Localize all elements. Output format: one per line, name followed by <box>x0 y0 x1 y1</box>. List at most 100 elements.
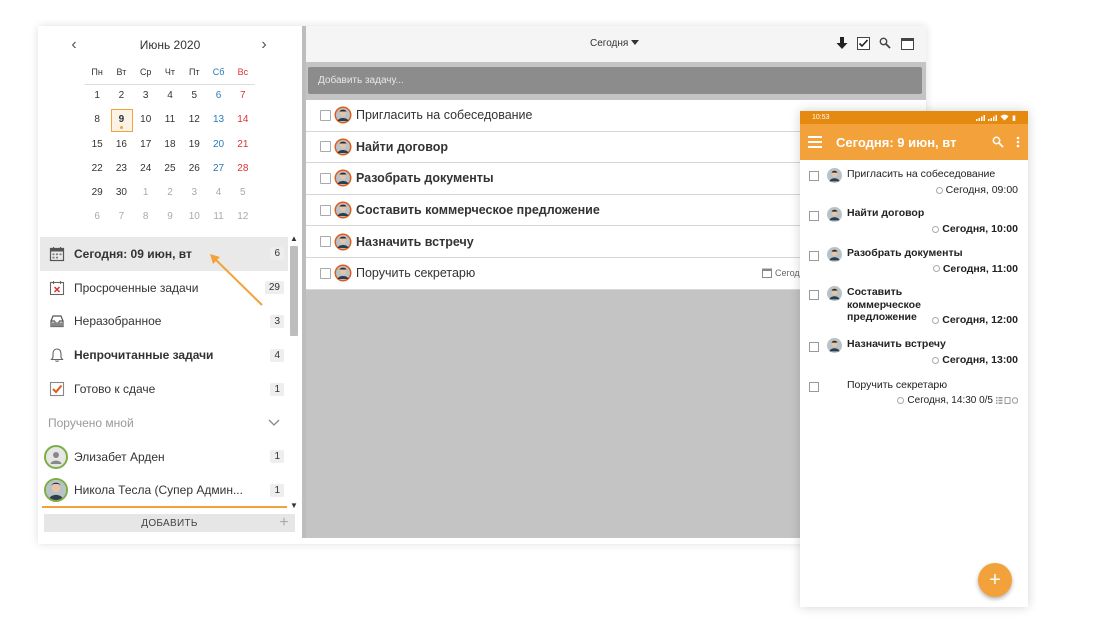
calendar-day-other-month[interactable]: 7 <box>109 205 133 229</box>
caret-down-icon <box>631 40 640 45</box>
calendar-day[interactable]: 13 <box>206 108 230 132</box>
calendar-day-other-month[interactable]: 1 <box>134 181 158 205</box>
calendar-day-other-month[interactable]: 8 <box>134 205 158 229</box>
calendar-day[interactable]: 21 <box>231 133 255 157</box>
mobile-task-item[interactable]: Составить коммерческое предложение Сегод… <box>800 279 1028 331</box>
subtask-icons <box>996 396 1018 404</box>
calendar-day[interactable]: 10 <box>134 108 158 132</box>
sidebar-item-unread[interactable]: Непрочитанные задачи 4 <box>40 338 288 372</box>
calendar-day[interactable]: 1 <box>85 84 109 108</box>
calendar-day[interactable]: 22 <box>85 157 109 181</box>
task-time: Сегодня, 09:00 <box>935 184 1018 196</box>
sidebar-item-user-arden[interactable]: Элизабет Арден 1 <box>40 440 288 474</box>
calendar-day[interactable]: 4 <box>158 84 182 108</box>
sidebar-item-ready[interactable]: Готово к сдаче 1 <box>40 372 288 406</box>
task-checkbox[interactable] <box>809 342 819 352</box>
task-checkbox[interactable] <box>320 204 331 216</box>
calendar-day[interactable]: 12 <box>182 108 206 132</box>
calendar-day[interactable]: 8 <box>85 108 109 132</box>
calendar-day-other-month[interactable]: 3 <box>182 181 206 205</box>
task-checkbox[interactable] <box>809 290 819 300</box>
mobile-task-item[interactable]: Пригласить на собеседование Сегодня, 09:… <box>800 160 1028 200</box>
task-checkbox[interactable] <box>809 211 819 221</box>
calendar-day-other-month[interactable]: 12 <box>231 205 255 229</box>
clock-icon <box>932 316 940 324</box>
chevron-down-icon[interactable] <box>268 416 280 430</box>
next-month-button[interactable]: › <box>256 36 272 54</box>
calendar-day[interactable]: 19 <box>182 133 206 157</box>
scroll-down-arrow[interactable]: ▼ <box>289 501 299 510</box>
calendar-day-other-month[interactable]: 9 <box>158 205 182 229</box>
calendar-day-other-month[interactable]: 4 <box>206 181 230 205</box>
sidebar-item-user-tesla[interactable]: Никола Тесла (Супер Админ... 1 <box>40 474 288 508</box>
task-checkbox[interactable] <box>320 141 331 153</box>
scroll-up-arrow[interactable]: ▲ <box>289 234 299 243</box>
calendar-day-other-month[interactable]: 2 <box>158 181 182 205</box>
calendar-day[interactable]: 17 <box>134 133 158 157</box>
task-checkbox[interactable] <box>809 250 819 261</box>
calendar-day[interactable]: 23 <box>109 157 133 181</box>
task-checkbox[interactable] <box>809 381 819 392</box>
calendar-day[interactable]: 29 <box>85 181 109 205</box>
task-checkbox[interactable] <box>320 109 331 121</box>
pointer-arrow-annotation <box>210 254 263 306</box>
calendar-day[interactable]: 28 <box>231 157 255 181</box>
mobile-task-item[interactable]: Разобрать документы Сегодня, 11:00 <box>800 240 1028 280</box>
add-task-input[interactable]: Добавить задачу... <box>308 67 922 94</box>
calendar-day[interactable]: 26 <box>182 157 206 181</box>
clock-icon <box>932 225 940 233</box>
task-checkbox[interactable] <box>809 171 819 181</box>
calendar-icon[interactable] <box>900 36 914 50</box>
mobile-task-item[interactable]: Найти договор Сегодня, 10:00 <box>800 200 1028 240</box>
search-icon[interactable] <box>992 136 1004 148</box>
task-due-label: Сегод <box>775 268 800 279</box>
more-vert-icon[interactable] <box>1016 136 1020 148</box>
mobile-task-item[interactable]: Поручить секретарю Сегодня, 14:30 0/5 <box>800 371 1028 411</box>
status-icons: ▮ <box>976 114 1016 122</box>
task-toolbar: Сегодня <box>306 26 926 62</box>
calendar-day[interactable]: 20 <box>206 133 230 157</box>
scrollbar-thumb[interactable] <box>290 246 298 336</box>
calendar-day-other-month[interactable]: 10 <box>182 205 206 229</box>
calendar-day[interactable]: 5 <box>182 84 206 108</box>
count-badge: 6 <box>270 247 284 261</box>
count-badge: 4 <box>270 348 284 362</box>
calendar-day[interactable]: 3 <box>134 84 158 108</box>
sidebar-scrollbar[interactable]: ▲ ▼ <box>289 234 299 510</box>
hamburger-icon[interactable] <box>808 136 822 148</box>
calendar-day[interactable]: 18 <box>158 133 182 157</box>
count-badge: 1 <box>270 450 284 464</box>
task-checkbox[interactable] <box>320 267 331 279</box>
task-due: Сегод <box>762 268 800 279</box>
avatar <box>334 201 352 219</box>
calendar-x-icon <box>48 279 66 297</box>
calendar-day[interactable]: 16 <box>109 133 133 157</box>
calendar-day-other-month[interactable]: 11 <box>206 205 230 229</box>
calendar-day[interactable]: 11 <box>158 108 182 132</box>
inbox-icon <box>48 312 66 330</box>
sidebar-section-assigned-by-me[interactable]: Поручено мной <box>40 406 288 440</box>
calendar-day[interactable]: 6 <box>206 84 230 108</box>
calendar-day[interactable]: 27 <box>206 157 230 181</box>
mobile-task-item[interactable]: Назначить встречу Сегодня, 13:00 <box>800 331 1028 371</box>
search-icon[interactable] <box>878 36 892 50</box>
calendar-day-today[interactable]: 9 <box>109 108 134 133</box>
task-checkbox[interactable] <box>320 236 331 248</box>
add-button[interactable]: ДОБАВИТЬ + <box>44 514 295 532</box>
calendar-day[interactable]: 2 <box>109 84 133 108</box>
checkbox-icon[interactable] <box>856 36 870 50</box>
view-selector[interactable]: Сегодня <box>590 38 640 49</box>
calendar-day-other-month[interactable]: 6 <box>85 205 109 229</box>
calendar-day[interactable]: 25 <box>158 157 182 181</box>
task-checkbox[interactable] <box>320 172 331 184</box>
calendar-day[interactable]: 30 <box>109 181 133 205</box>
calendar-day[interactable]: 15 <box>85 133 109 157</box>
add-task-fab[interactable]: + <box>978 563 1012 597</box>
sidebar-item-unsorted[interactable]: Неразобранное 3 <box>40 305 288 339</box>
battery-icon: ▮ <box>1012 114 1016 122</box>
arrow-down-icon[interactable] <box>835 36 849 50</box>
calendar-day-other-month[interactable]: 5 <box>231 181 255 205</box>
calendar-day[interactable]: 24 <box>134 157 158 181</box>
calendar-day[interactable]: 7 <box>231 84 255 108</box>
calendar-day[interactable]: 14 <box>231 108 255 132</box>
